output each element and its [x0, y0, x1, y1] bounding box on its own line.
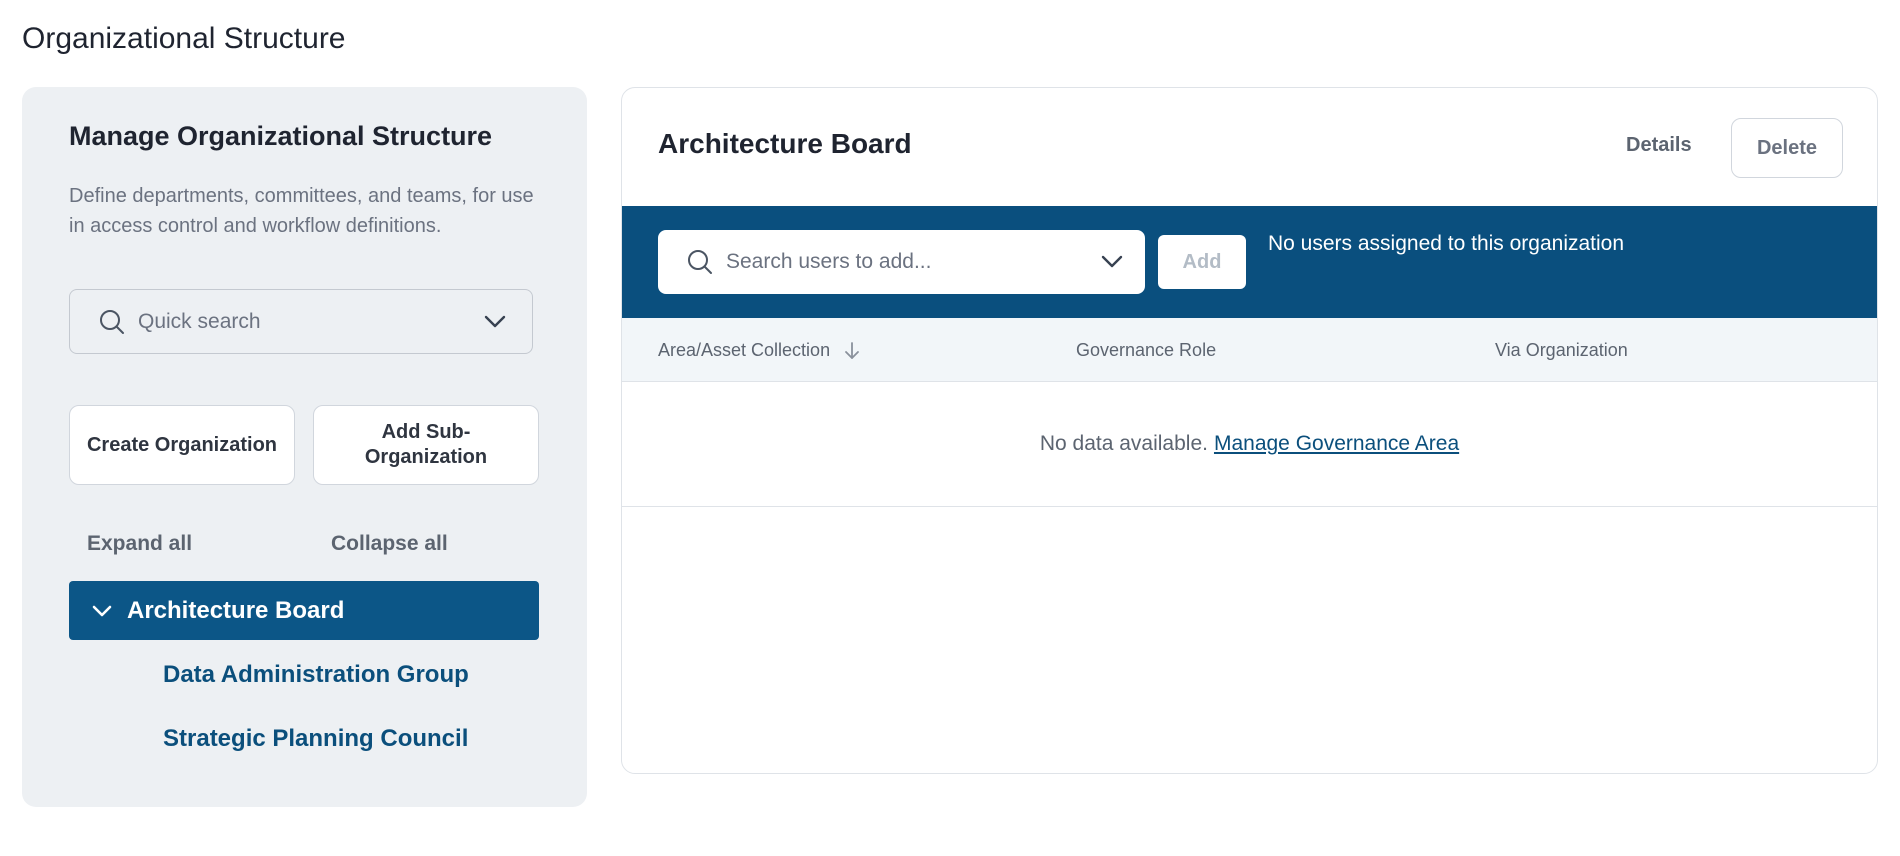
page-title: Organizational Structure — [22, 22, 346, 55]
arrow-down-icon[interactable] — [842, 341, 862, 361]
chevron-down-icon[interactable] — [89, 598, 115, 624]
add-user-button[interactable]: Add — [1158, 235, 1246, 289]
manage-org-panel: Manage Organizational Structure Define d… — [22, 87, 587, 807]
chevron-down-icon[interactable] — [480, 307, 510, 337]
tree-item-architecture-board[interactable]: Architecture Board — [69, 581, 539, 640]
empty-message: No data available. — [1039, 432, 1208, 455]
add-sub-organization-button[interactable]: Add Sub-Organization — [313, 405, 539, 485]
organization-detail-panel: Architecture Board Details Delete Search… — [621, 87, 1878, 774]
expand-all-button[interactable]: Expand all — [87, 532, 192, 556]
user-search-placeholder: Search users to add... — [726, 250, 932, 273]
panel-title: Manage Organizational Structure — [69, 121, 493, 151]
delete-button[interactable]: Delete — [1731, 118, 1843, 178]
column-header-governance-role[interactable]: Governance Role — [1076, 340, 1216, 361]
create-organization-button[interactable]: Create Organization — [69, 405, 295, 485]
user-search-input[interactable]: Search users to add... — [658, 230, 1145, 294]
search-icon — [686, 248, 714, 276]
tree-item-label: Architecture Board — [127, 596, 345, 624]
collapse-all-button[interactable]: Collapse all — [331, 532, 448, 556]
search-icon — [98, 308, 126, 336]
organization-title: Architecture Board — [658, 128, 912, 159]
tree-item-strategic-planning-council[interactable]: Strategic Planning Council — [163, 725, 468, 753]
column-header-area-asset-collection[interactable]: Area/Asset Collection — [658, 340, 862, 361]
panel-description: Define departments, committees, and team… — [69, 185, 534, 237]
tree-item-data-administration-group[interactable]: Data Administration Group — [163, 661, 469, 689]
manage-governance-area-link[interactable]: Manage Governance Area — [1214, 432, 1459, 456]
table-header: Area/Asset Collection Governance Role Vi… — [622, 318, 1877, 382]
no-users-message: No users assigned to this organization — [1268, 232, 1625, 255]
details-button[interactable]: Details — [1626, 134, 1692, 157]
table-empty-row: No data available. Manage Governance Are… — [622, 382, 1877, 507]
quick-search-placeholder: Quick search — [138, 309, 261, 333]
column-header-label: Area/Asset Collection — [658, 340, 831, 360]
quick-search-input[interactable]: Quick search — [69, 289, 533, 354]
column-header-via-organization[interactable]: Via Organization — [1495, 340, 1628, 361]
user-assignment-bar: Search users to add... Add No users assi… — [622, 206, 1877, 318]
chevron-down-icon[interactable] — [1097, 247, 1127, 277]
